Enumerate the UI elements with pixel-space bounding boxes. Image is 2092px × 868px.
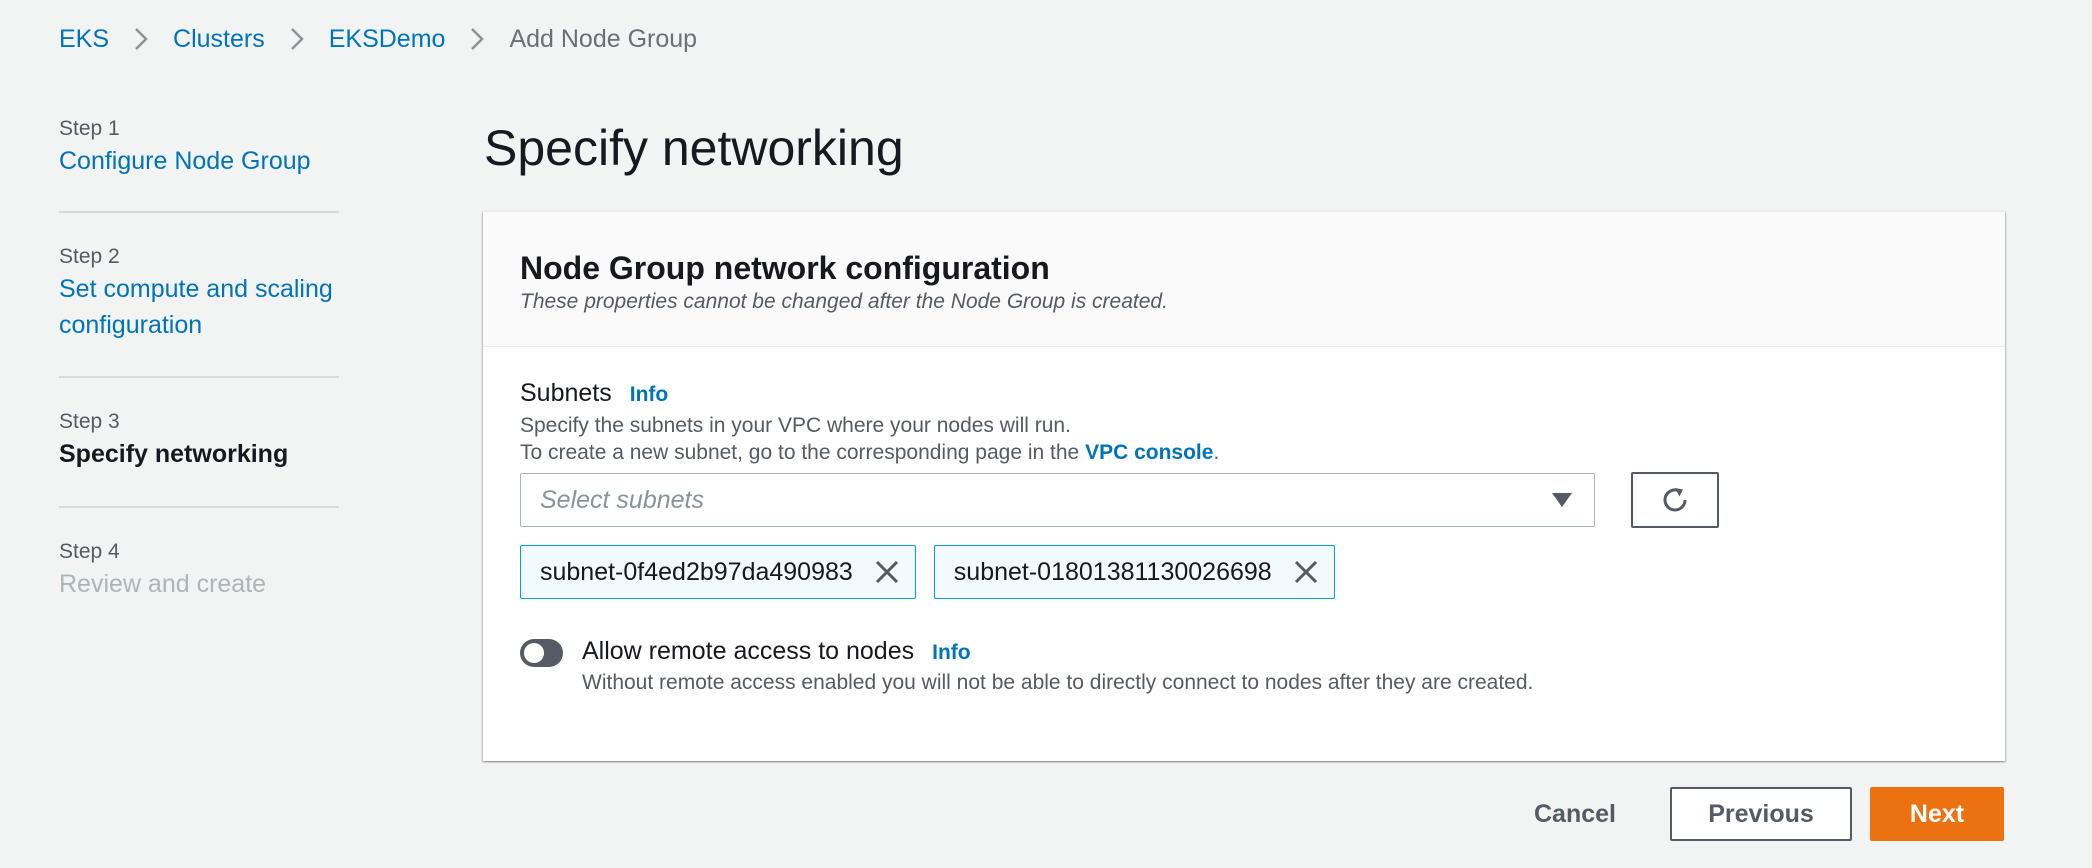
chevron-right-icon: [133, 26, 149, 52]
toggle-knob: [524, 643, 544, 663]
remote-access-row: Allow remote access to nodes Info Withou…: [520, 634, 1533, 698]
subnets-select-placeholder: Select subnets: [540, 485, 704, 514]
vpc-console-link[interactable]: VPC console: [1085, 441, 1213, 464]
step-2: Step 2 Set compute and scaling configura…: [59, 213, 339, 378]
remote-access-text: Allow remote access to nodes Info Withou…: [582, 634, 1533, 698]
subnet-token: subnet-01801381130026698: [933, 545, 1335, 599]
step-4-disabled: Review and create: [59, 570, 267, 598]
step-3: Step 3 Specify networking: [59, 378, 339, 508]
step-4: Step 4 Review and create: [59, 508, 339, 602]
selected-subnets: subnet-0f4ed2b97da490983 subnet-01801381…: [520, 545, 1335, 599]
close-icon[interactable]: [1294, 560, 1318, 584]
subnets-label: Subnets: [520, 379, 612, 407]
refresh-subnets-button[interactable]: [1631, 472, 1719, 528]
chevron-right-icon: [289, 26, 305, 52]
step-1-label: Step 1: [59, 117, 120, 140]
step-4-label: Step 4: [59, 540, 120, 563]
previous-button[interactable]: Previous: [1670, 787, 1852, 841]
remote-access-label-row: Allow remote access to nodes Info: [582, 634, 1533, 668]
step-3-current: Specify networking: [59, 440, 289, 468]
step-2-label: Step 2: [59, 245, 120, 268]
subnets-description: Specify the subnets in your VPC where yo…: [520, 412, 1219, 466]
breadcrumb-clusters[interactable]: Clusters: [173, 22, 265, 56]
subnets-desc-line2: To create a new subnet, go to the corres…: [520, 439, 1219, 466]
panel-description: These properties cannot be changed after…: [520, 290, 1168, 313]
wizard-steps: Step 1 Configure Node Group Step 2 Set c…: [59, 112, 339, 602]
close-icon[interactable]: [875, 560, 899, 584]
remote-access-toggle[interactable]: [520, 639, 563, 667]
subnet-token-label: subnet-01801381130026698: [953, 557, 1272, 586]
panel-header: Node Group network configuration These p…: [483, 212, 2005, 347]
subnets-info-link[interactable]: Info: [630, 383, 668, 407]
subnets-desc-prefix: To create a new subnet, go to the corres…: [520, 441, 1086, 464]
subnets-desc-suffix: .: [1213, 441, 1220, 464]
breadcrumb-eksdemo[interactable]: EKSDemo: [329, 22, 446, 56]
next-button[interactable]: Next: [1870, 787, 2004, 841]
step-1: Step 1 Configure Node Group: [59, 112, 339, 213]
breadcrumb: EKS Clusters EKSDemo Add Node Group: [59, 22, 697, 56]
subnet-token-label: subnet-0f4ed2b97da490983: [540, 557, 853, 586]
breadcrumb-current: Add Node Group: [509, 25, 698, 53]
remote-access-description: Without remote access enabled you will n…: [582, 671, 1534, 694]
step-3-label: Step 3: [59, 410, 120, 433]
subnets-select[interactable]: Select subnets: [520, 473, 1595, 527]
subnets-label-row: Subnets Info: [520, 376, 668, 410]
caret-down-icon: [1552, 493, 1572, 507]
network-config-panel: Node Group network configuration These p…: [483, 211, 2005, 761]
refresh-icon: [1663, 488, 1687, 512]
panel-title: Node Group network configuration: [520, 250, 1050, 286]
page-title: Specify networking: [484, 120, 904, 176]
step-1-link[interactable]: Configure Node Group: [59, 143, 339, 179]
subnet-token: subnet-0f4ed2b97da490983: [520, 545, 916, 599]
subnets-desc-line1: Specify the subnets in your VPC where yo…: [520, 414, 1071, 437]
cancel-button[interactable]: Cancel: [1508, 787, 1642, 841]
breadcrumb-eks[interactable]: EKS: [59, 22, 109, 56]
remote-access-info-link[interactable]: Info: [932, 641, 970, 665]
step-2-link[interactable]: Set compute and scaling configuration: [59, 271, 349, 343]
chevron-right-icon: [469, 26, 485, 52]
remote-access-label: Allow remote access to nodes: [582, 637, 915, 665]
